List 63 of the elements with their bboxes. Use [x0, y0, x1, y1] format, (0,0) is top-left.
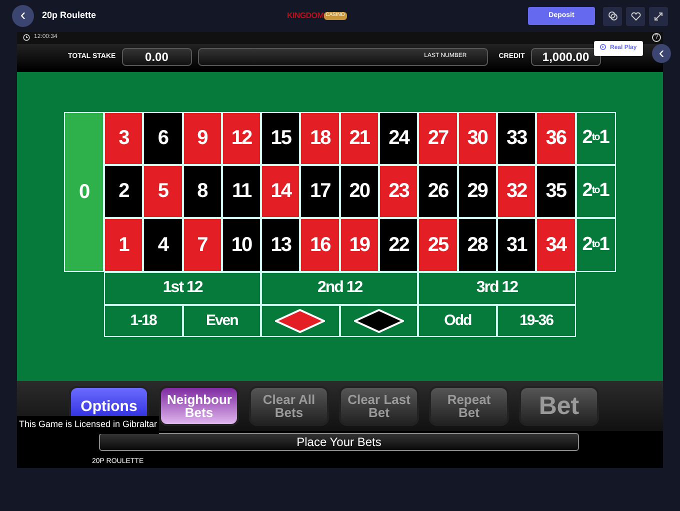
- number-cell[interactable]: 32: [496, 164, 536, 218]
- number-cell[interactable]: 35: [536, 164, 576, 218]
- outside-bet-cell[interactable]: 1-18: [104, 304, 183, 337]
- number-cell[interactable]: 4: [143, 218, 183, 272]
- number-cell[interactable]: 13: [261, 218, 300, 272]
- number-cell[interactable]: 15: [261, 112, 300, 165]
- chips-icon: [608, 11, 618, 21]
- status-message: Place Your Bets: [99, 433, 579, 452]
- number-cell[interactable]: 10: [222, 218, 262, 272]
- number-cell[interactable]: 17: [300, 164, 340, 218]
- license-tooltip: This Game is Licensed in Gibraltar: [17, 416, 160, 434]
- outside-bet-cell[interactable]: Even: [182, 304, 262, 337]
- zero-cell[interactable]: 0: [64, 112, 104, 272]
- number-cell[interactable]: 33: [496, 112, 536, 165]
- color-bet-cell[interactable]: [261, 304, 340, 337]
- number-cell[interactable]: 12: [222, 112, 262, 165]
- number-cell[interactable]: 8: [182, 164, 222, 218]
- number-cell[interactable]: 27: [418, 112, 458, 165]
- number-cell[interactable]: 36: [536, 112, 576, 165]
- number-cell[interactable]: 3: [104, 112, 144, 165]
- page-title: 20p Roulette: [42, 9, 96, 22]
- number-cell[interactable]: 18: [300, 112, 340, 165]
- favorite-button[interactable]: [626, 6, 645, 26]
- outside-bet-cell[interactable]: 19-36: [496, 304, 576, 337]
- number-cell[interactable]: 29: [458, 164, 497, 218]
- number-cell[interactable]: 34: [536, 218, 576, 272]
- number-cell[interactable]: 19: [340, 218, 380, 272]
- number-cell[interactable]: 7: [182, 218, 222, 272]
- favorite-chips-button[interactable]: [603, 6, 622, 26]
- number-cell[interactable]: 16: [300, 218, 340, 272]
- number-cell[interactable]: 11: [222, 164, 262, 218]
- number-cell[interactable]: 30: [458, 112, 497, 165]
- number-cell[interactable]: 26: [418, 164, 458, 218]
- heart-icon: [630, 12, 640, 20]
- back-button[interactable]: ‹: [12, 5, 34, 27]
- number-cell[interactable]: 20: [340, 164, 380, 218]
- number-cell[interactable]: 25: [418, 218, 458, 272]
- number-cell[interactable]: 1: [104, 218, 144, 272]
- stake-value: 0.00: [122, 48, 192, 66]
- outside-bet-cell[interactable]: Odd: [418, 304, 497, 337]
- play-icon: [600, 44, 606, 50]
- number-cell[interactable]: 5: [143, 164, 183, 218]
- clock-icon: [23, 34, 30, 42]
- dozen-bet-cell[interactable]: 1st 12: [104, 272, 262, 305]
- credit-value: 1,000.00: [530, 48, 601, 66]
- number-cell[interactable]: 23: [379, 164, 418, 218]
- number-cell[interactable]: 21: [340, 112, 380, 165]
- fullscreen-button[interactable]: [649, 6, 668, 26]
- number-cell[interactable]: 6: [143, 112, 183, 165]
- number-cell[interactable]: 24: [379, 112, 418, 165]
- number-cell[interactable]: 9: [182, 112, 222, 165]
- number-cell[interactable]: 22: [379, 218, 418, 272]
- number-cell[interactable]: 2: [104, 164, 144, 218]
- expand-icon: [654, 12, 663, 20]
- dozen-bet-cell[interactable]: 2nd 12: [261, 272, 418, 305]
- side-panel-toggle[interactable]: ‹: [652, 44, 671, 63]
- number-cell[interactable]: 31: [496, 218, 536, 272]
- color-bet-cell[interactable]: [340, 304, 418, 337]
- logo-text: KINGDOM: [287, 10, 324, 22]
- game-button[interactable]: Neighbour Bets: [159, 386, 239, 426]
- number-cell[interactable]: 28: [458, 218, 497, 272]
- dozen-bet-cell[interactable]: 3rd 12: [418, 272, 576, 305]
- number-cell[interactable]: 14: [261, 164, 300, 218]
